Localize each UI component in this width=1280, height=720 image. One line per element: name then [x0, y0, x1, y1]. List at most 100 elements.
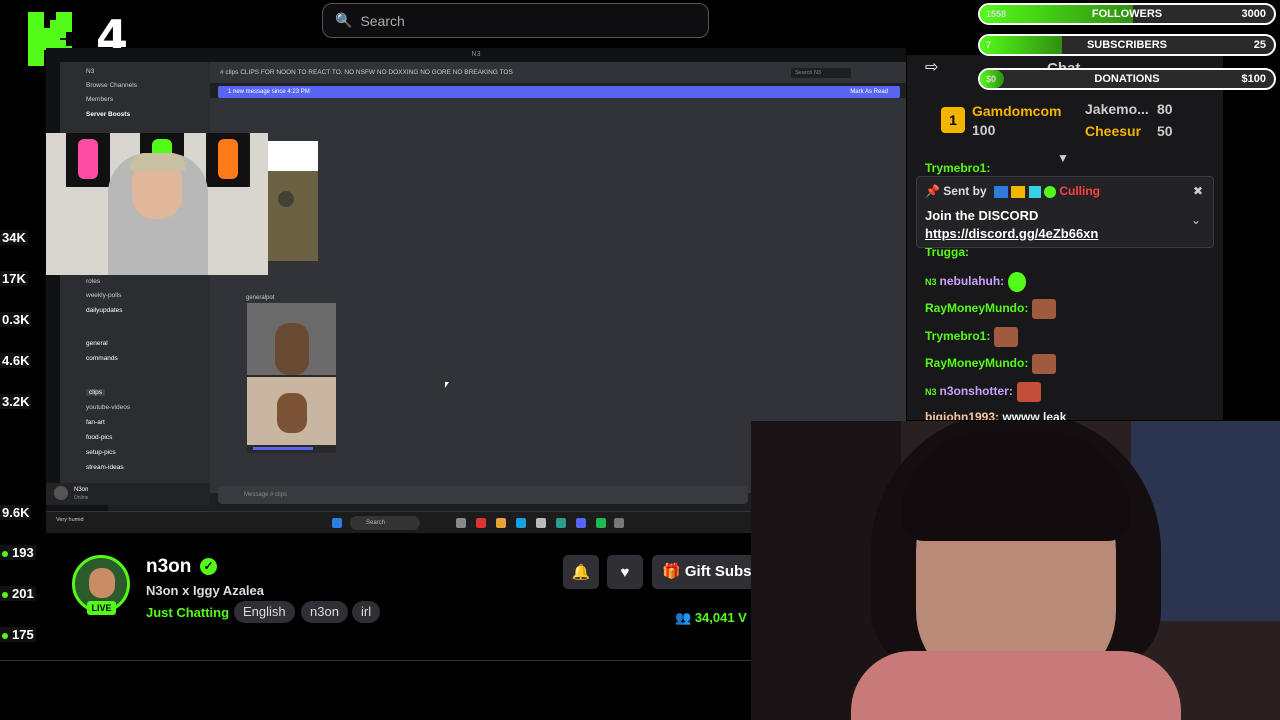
- channel-item[interactable]: roles: [86, 278, 100, 285]
- verified-icon: [1044, 185, 1056, 198]
- message-composer[interactable]: Message # clips: [218, 486, 748, 504]
- taskview-icon[interactable]: [456, 518, 466, 528]
- tag-chip[interactable]: n3on: [301, 601, 348, 623]
- leaderboard-amount: 50: [1157, 123, 1173, 139]
- viewer-count: 👥 34,041 V: [675, 610, 747, 625]
- new-messages-banner[interactable]: 1 new message since 4:23 PM Mark As Read: [218, 86, 900, 98]
- rank-badge: 1: [941, 107, 965, 133]
- chevron-down-icon[interactable]: ⌄: [1191, 213, 1201, 227]
- donations-goal-bar: DONATIONS $0 $100: [978, 68, 1276, 90]
- app-icon[interactable]: [596, 518, 606, 528]
- pin-icon: 📌: [925, 184, 944, 198]
- gift-icon: 🎁: [662, 563, 685, 580]
- tag-chip[interactable]: English: [234, 601, 295, 623]
- channel-item[interactable]: N3: [86, 68, 94, 75]
- stat-label: 175: [0, 627, 36, 642]
- emote-icon: [1032, 354, 1057, 374]
- n3-badge-icon: N3: [925, 277, 937, 288]
- chat-message: N3 n3onshotter:: [925, 382, 1041, 402]
- heart-icon: ♥: [620, 563, 630, 581]
- followers-goal-bar: FOLLOWERS 1558 3000: [978, 3, 1276, 25]
- hide-pin-icon[interactable]: ✖: [1193, 184, 1203, 198]
- stat-label: 193: [0, 545, 36, 560]
- message-author[interactable]: generalpot: [246, 295, 274, 301]
- stat-label: 34K: [0, 230, 28, 245]
- avatar[interactable]: [54, 486, 68, 500]
- channel-item[interactable]: clips: [86, 389, 106, 396]
- user-panel: N3on Online: [46, 483, 210, 505]
- clip-video[interactable]: [247, 303, 336, 453]
- badge-icon: [993, 185, 1008, 198]
- tag-chip[interactable]: irl: [352, 601, 381, 623]
- stat-label: 201: [0, 586, 36, 601]
- window-titlebar: N3: [46, 48, 906, 62]
- leaderboard-name[interactable]: Gamdomcom: [972, 103, 1061, 119]
- chat-message: RayMoneyMundo:: [925, 354, 1057, 374]
- pinned-message: 📌 Sent by Culling ✖ Join the DISCORD htt…: [916, 176, 1214, 248]
- video-thumbnail[interactable]: [268, 141, 318, 261]
- discord-search-input[interactable]: Search N3: [791, 68, 851, 78]
- windows-taskbar: Very humid Search: [46, 511, 751, 533]
- channel-item[interactable]: Browse Channels: [86, 82, 137, 89]
- pin-sender[interactable]: Culling: [1059, 184, 1100, 198]
- notification-bell-button[interactable]: 🔔: [563, 555, 599, 589]
- streamer-name[interactable]: n3on: [146, 556, 191, 578]
- chat-message: bigjohn1993: wwww leak: [925, 410, 1067, 420]
- mouse-cursor-icon: [445, 382, 449, 388]
- pinned-link[interactable]: https://discord.gg/4eZb66xn: [925, 226, 1098, 241]
- emote-icon: [1016, 382, 1041, 402]
- channel-item[interactable]: dailyupdates: [86, 307, 123, 314]
- pinned-text: Join the DISCORD: [925, 208, 1039, 223]
- chat-message: Trymebro1:: [925, 327, 1019, 347]
- weather-widget[interactable]: Very humid: [56, 517, 84, 523]
- windows-start-icon[interactable]: [332, 518, 342, 528]
- discord-icon[interactable]: [576, 518, 586, 528]
- search-icon: 🔍: [335, 12, 353, 28]
- channel-list: N3 Browse Channels Members Server Boosts…: [60, 62, 210, 492]
- leaderboard-amount: 100: [972, 122, 996, 138]
- leaderboard-name[interactable]: Cheesur: [1085, 123, 1141, 139]
- streamer-webcam: [46, 133, 268, 275]
- mark-as-read-button[interactable]: Mark As Read: [850, 86, 888, 98]
- app-icon[interactable]: [536, 518, 546, 528]
- channel-item[interactable]: Members: [86, 96, 113, 103]
- stat-label: 0.3K: [0, 312, 32, 327]
- channel-item[interactable]: general: [86, 340, 108, 347]
- stat-label: 17K: [0, 271, 28, 286]
- app-icon[interactable]: [476, 518, 486, 528]
- collapse-chat-icon[interactable]: ⇨: [925, 57, 938, 77]
- emote-icon: [1032, 299, 1057, 319]
- channel-item[interactable]: setup-pics: [86, 449, 116, 456]
- gift-subs-button[interactable]: 🎁 Gift Subs: [652, 555, 756, 589]
- stat-label: 4.6K: [0, 353, 32, 368]
- crown-icon: [1011, 185, 1026, 198]
- stat-label: 9.6K: [0, 505, 32, 520]
- verified-icon: ✓: [200, 558, 217, 575]
- chat-username[interactable]: Trymebro1:: [925, 161, 990, 175]
- stream-title: N3on x Iggy Azalea: [146, 583, 264, 598]
- chat-message: N3 nebulahuh:: [925, 272, 1027, 292]
- leaderboard-expand-icon[interactable]: ▼: [1057, 151, 1069, 165]
- channel-item[interactable]: weekly-polls: [86, 292, 121, 299]
- app-icon[interactable]: [556, 518, 566, 528]
- search-input[interactable]: 🔍 Search: [322, 3, 709, 38]
- channel-item[interactable]: food-pics: [86, 434, 112, 441]
- channel-item[interactable]: commands: [86, 355, 118, 362]
- settings-icon[interactable]: [614, 518, 624, 528]
- taskbar-search[interactable]: Search: [350, 516, 420, 530]
- badge-icon: [1028, 185, 1041, 198]
- chat-message: RayMoneyMundo:: [925, 299, 1057, 319]
- emote-icon: [1008, 272, 1027, 292]
- leaderboard-name[interactable]: Jakemo...: [1085, 101, 1149, 117]
- category-link[interactable]: Just Chatting: [146, 605, 229, 620]
- divider: [0, 660, 751, 661]
- folder-icon[interactable]: [496, 518, 506, 528]
- channel-item[interactable]: Server Boosts: [86, 111, 130, 118]
- channel-item[interactable]: stream-ideas: [86, 464, 124, 471]
- channel-item[interactable]: youtube-videos: [86, 404, 130, 411]
- leaderboard-amount: 80: [1157, 101, 1173, 117]
- channel-item[interactable]: fan-art: [86, 419, 105, 426]
- live-badge: LIVE: [87, 601, 116, 615]
- follow-heart-button[interactable]: ♥: [607, 555, 643, 589]
- edge-icon[interactable]: [516, 518, 526, 528]
